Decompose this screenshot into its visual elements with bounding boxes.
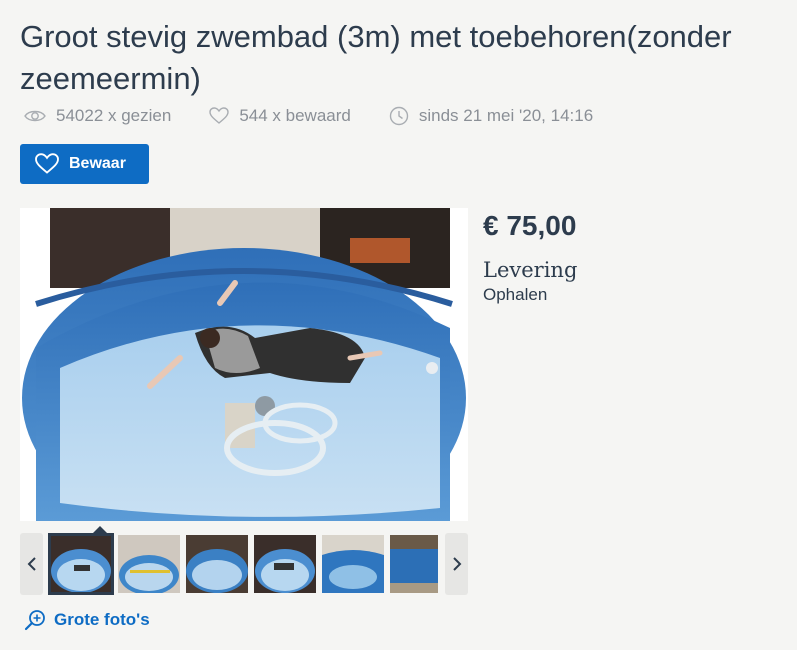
heart-icon bbox=[209, 107, 230, 124]
delivery-label: Levering bbox=[483, 258, 578, 282]
pool-photo-image bbox=[20, 208, 468, 521]
views-stat: 54022 x gezien bbox=[24, 106, 171, 126]
thumbnail-3[interactable] bbox=[186, 535, 248, 593]
listing-title: Groot stevig zwembad (3m) met toebehoren… bbox=[20, 19, 732, 96]
big-photos-link[interactable]: Grote foto's bbox=[24, 609, 150, 631]
eye-icon bbox=[24, 110, 46, 122]
thumbnail-2[interactable] bbox=[118, 535, 180, 593]
thumbnail-image bbox=[118, 535, 180, 593]
thumbnail-image bbox=[322, 535, 384, 593]
save-button[interactable]: Bewaar bbox=[20, 144, 149, 184]
chevron-right-icon bbox=[452, 557, 461, 571]
posted-since: sinds 21 mei '20, 14:16 bbox=[418, 106, 594, 125]
thumbnail-strip bbox=[20, 526, 468, 595]
chevron-left-icon bbox=[27, 557, 36, 571]
listing-stats: 54022 x gezien 544 x bewaard sinds 21 me… bbox=[24, 104, 631, 128]
next-photo-button[interactable] bbox=[445, 533, 468, 595]
main-photo[interactable] bbox=[20, 208, 468, 521]
save-button-label: Bewaar bbox=[69, 155, 126, 172]
saves-stat: 544 x bewaard bbox=[209, 106, 351, 126]
thumbnail-image bbox=[254, 535, 316, 593]
saves-count: 544 x bewaard bbox=[239, 106, 351, 125]
heart-icon bbox=[35, 153, 59, 174]
prev-photo-button[interactable] bbox=[20, 533, 43, 595]
delivery-value: Ophalen bbox=[483, 285, 548, 304]
price: € 75,00 bbox=[483, 210, 577, 241]
views-count: 54022 x gezien bbox=[56, 106, 172, 125]
big-photos-label: Grote foto's bbox=[54, 610, 150, 629]
thumbnail-4[interactable] bbox=[254, 535, 316, 593]
thumbnail-image bbox=[390, 535, 438, 593]
since-stat: sinds 21 mei '20, 14:16 bbox=[389, 106, 593, 126]
thumbnail-6[interactable] bbox=[390, 535, 438, 593]
thumbnail-5[interactable] bbox=[322, 535, 384, 593]
thumbnail-image bbox=[186, 535, 248, 593]
active-thumb-marker bbox=[93, 526, 107, 533]
zoom-in-icon bbox=[24, 610, 45, 631]
thumbnail-1[interactable] bbox=[48, 533, 114, 595]
clock-icon bbox=[389, 106, 409, 126]
thumbnail-image bbox=[50, 535, 112, 593]
